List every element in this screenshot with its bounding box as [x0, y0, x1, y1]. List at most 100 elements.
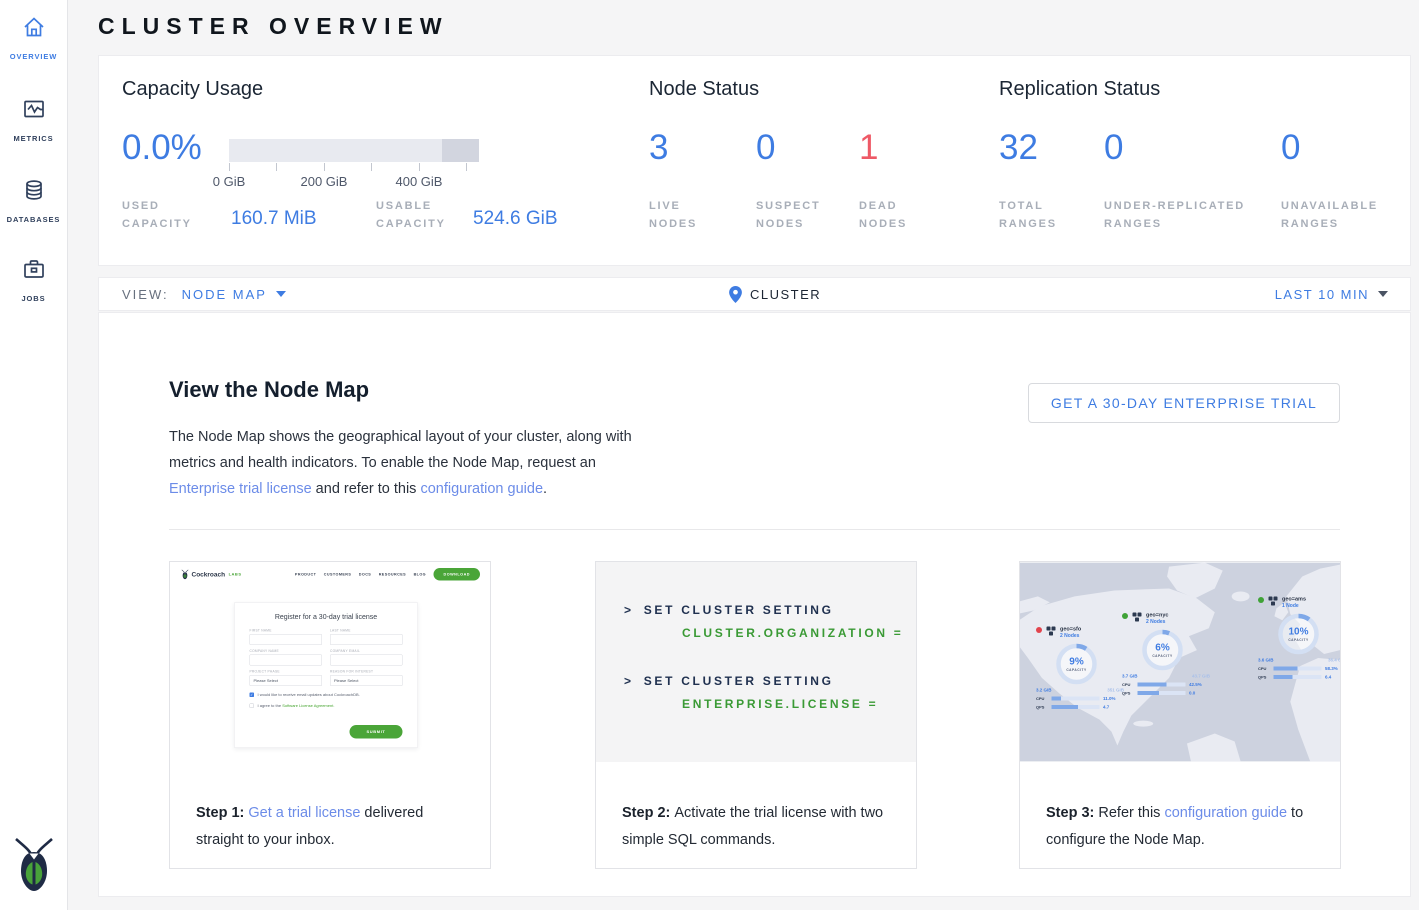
get-trial-license-link[interactable]: Get a trial license	[248, 805, 360, 821]
axis-tick	[419, 163, 420, 171]
cpu-value: 58.3%	[1325, 666, 1338, 671]
configuration-guide-link[interactable]: configuration guide	[1164, 805, 1287, 821]
nav-item: DOCS	[359, 572, 371, 577]
locality-widget-ams: geo=ams 1 Node 10% CAPACITY	[1258, 596, 1340, 680]
step-number: Step 2:	[622, 805, 674, 821]
sidebar-item-label: OVERVIEW	[10, 52, 58, 61]
qps-value: 6.4	[1325, 675, 1331, 680]
field-label: COMPANY NAME	[250, 650, 323, 654]
cpu-bar	[1138, 683, 1186, 687]
configuration-guide-link[interactable]: configuration guide	[420, 481, 543, 497]
qps-value: 0.0	[1189, 691, 1195, 696]
used-capacity: 3.6 GiB	[1258, 658, 1274, 663]
enterprise-trial-license-link[interactable]: Enterprise trial license	[169, 481, 312, 497]
axis-tick	[324, 163, 325, 171]
last-name-field-image	[330, 634, 403, 645]
cockroach-labs-logo: Cockroach LABS	[181, 569, 241, 579]
briefcase-icon	[21, 256, 47, 287]
status-dot-icon	[1122, 613, 1128, 619]
description-text: The Node Map shows the geographical layo…	[169, 429, 632, 471]
step3-card: geo=sfo 2 Nodes 9% CAPACITY	[1019, 561, 1341, 869]
cluster-summary-card: Capacity Usage 0.0% 0 GiB 200 GiB 400 Gi…	[98, 55, 1411, 266]
time-range-label: LAST 10 MIN	[1275, 287, 1369, 302]
cpu-bar	[1274, 667, 1322, 671]
dead-nodes-value: 1	[859, 128, 878, 168]
location-pin-icon	[729, 286, 742, 303]
cpu-label: CPU	[1258, 666, 1270, 671]
home-icon	[21, 14, 47, 45]
logo-suffix: LABS	[229, 572, 242, 577]
form-title: Register for a 30-day trial license	[250, 613, 403, 621]
unavailable-ranges-value: 0	[1281, 128, 1300, 168]
submit-button-image: SUBMIT	[350, 725, 403, 739]
sidebar-item-databases[interactable]: DATABASES	[0, 177, 67, 224]
reason-select-image: Please Select	[330, 675, 403, 686]
cockroachdb-logo	[12, 837, 56, 898]
total-ranges-label: TOTAL RANGES	[999, 197, 1074, 233]
step-number: Step 3:	[1046, 805, 1098, 821]
total-capacity: 43.7 GiB	[1192, 674, 1210, 679]
prompt-symbol: >	[624, 674, 634, 688]
qps-label: QPS	[1122, 691, 1134, 696]
node-stack-icon	[1132, 612, 1142, 622]
sidebar-item-overview[interactable]: OVERVIEW	[0, 14, 67, 61]
nav-item: PRODUCT	[295, 572, 316, 577]
sql-command-line: >SET CLUSTER SETTING	[624, 674, 916, 688]
breadcrumb-cluster[interactable]: CLUSTER	[729, 286, 821, 303]
nav-item: RESOURCES	[379, 572, 406, 577]
capacity-gauge: 6% CAPACITY	[1140, 628, 1185, 673]
capacity-bar	[229, 139, 479, 162]
suspect-nodes-label: SUSPECT NODES	[756, 197, 841, 233]
field-label: FIRST NAME	[250, 629, 323, 633]
node-status-title: Node Status	[649, 78, 759, 101]
checkbox-label: I agree to the Software License Agreemen…	[258, 704, 335, 709]
sql-setting-name: CLUSTER.ORGANIZATION =	[682, 626, 916, 640]
status-dot-icon	[1036, 627, 1042, 633]
axis-tick-label: 400 GiB	[396, 174, 443, 189]
capacity-used-percent: 0.0%	[122, 128, 202, 168]
locality-name: geo=nyc	[1146, 612, 1168, 618]
node-map-preview: geo=sfo 2 Nodes 9% CAPACITY	[1020, 562, 1340, 762]
trial-registration-form: Register for a 30-day trial license FIRS…	[234, 602, 418, 748]
axis-tick	[466, 163, 467, 171]
status-dot-icon	[1258, 597, 1264, 603]
time-range-selector[interactable]: LAST 10 MIN	[1275, 287, 1388, 302]
nav-item: BLOG	[414, 572, 426, 577]
step1-screenshot: Cockroach LABS PRODUCT CUSTOMERS DOCS RE…	[170, 562, 490, 772]
replication-status-title: Replication Status	[999, 78, 1160, 101]
sidebar-item-metrics[interactable]: METRICS	[0, 96, 67, 143]
sql-setting-name: ENTERPRISE.LICENSE =	[682, 697, 916, 711]
locality-node-count: 2 Nodes	[1060, 633, 1081, 639]
metrics-chart-icon	[21, 96, 47, 127]
field-label: LAST NAME	[330, 629, 403, 633]
chevron-down-icon	[1378, 291, 1388, 297]
view-bar: VIEW: NODE MAP CLUSTER LAST 10 MIN	[98, 277, 1411, 311]
node-map-panel: View the Node Map The Node Map shows the…	[98, 312, 1411, 897]
cpu-bar	[1052, 697, 1100, 701]
description-text: .	[543, 481, 547, 497]
total-ranges-value: 32	[999, 128, 1038, 168]
locality-node-count: 2 Nodes	[1146, 619, 1168, 625]
field-label: REASON FOR INTEREST	[330, 670, 403, 674]
capacity-gauge: 9% CAPACITY	[1054, 642, 1099, 687]
step1-caption: Step 1: Get a trial license delivered st…	[170, 772, 490, 853]
capacity-percent: 9%	[1069, 656, 1083, 668]
under-replicated-ranges-value: 0	[1104, 128, 1123, 168]
checkbox-checked-icon: ✓	[250, 693, 255, 698]
view-label: VIEW:	[122, 287, 169, 302]
live-nodes-label: LIVE NODES	[649, 197, 719, 233]
node-stack-icon	[1046, 626, 1056, 636]
locality-name: geo=ams	[1282, 596, 1306, 602]
caption-text: Refer this	[1098, 805, 1164, 821]
qps-bar	[1138, 691, 1186, 695]
axis-tick-label: 0 GiB	[213, 174, 246, 189]
view-selector[interactable]: NODE MAP	[182, 287, 267, 302]
cpu-value: 11.0%	[1103, 696, 1116, 701]
sidebar-item-jobs[interactable]: JOBS	[0, 256, 67, 303]
enterprise-trial-button[interactable]: GET A 30-DAY ENTERPRISE TRIAL	[1028, 383, 1340, 423]
capacity-gauge: 10% CAPACITY	[1276, 612, 1321, 657]
sql-code-block: >SET CLUSTER SETTING CLUSTER.ORGANIZATIO…	[596, 562, 916, 762]
field-label: COMPANY EMAIL	[330, 650, 403, 654]
chevron-down-icon[interactable]	[276, 291, 286, 297]
company-name-field-image	[250, 655, 323, 666]
